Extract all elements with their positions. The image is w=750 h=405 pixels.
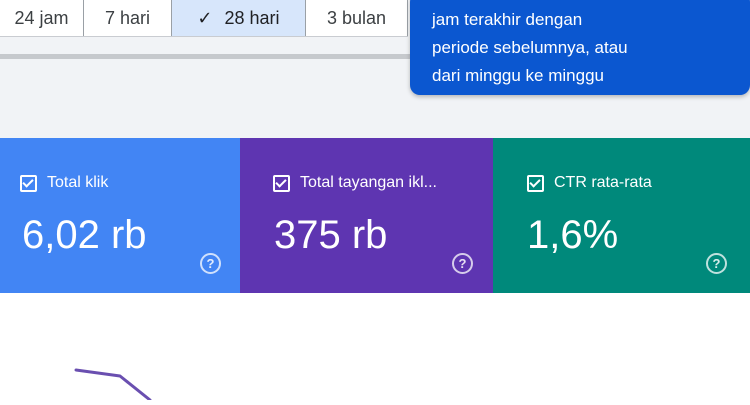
- metric-value: 375 rb: [274, 213, 388, 257]
- metric-label-row[interactable]: Total tayangan ikl...: [273, 174, 437, 192]
- help-icon[interactable]: ?: [706, 253, 727, 274]
- range-option-3-months[interactable]: 3 bulan: [306, 0, 408, 36]
- comparison-tooltip: jam terakhir dengan periode sebelumnya, …: [410, 0, 750, 95]
- help-icon[interactable]: ?: [452, 253, 473, 274]
- checkbox-checked-icon[interactable]: [273, 174, 290, 192]
- range-option-label: 24 jam: [14, 7, 69, 28]
- range-option-label: 7 hari: [104, 7, 151, 28]
- range-option-label: 3 bulan: [326, 7, 387, 28]
- tooltip-line: jam terakhir dengan: [432, 10, 583, 29]
- check-icon: ✓: [197, 7, 213, 28]
- range-option-28-days[interactable]: ✓ 28 hari: [172, 0, 306, 36]
- metric-label-row[interactable]: CTR rata-rata: [527, 174, 652, 192]
- metric-label-row[interactable]: Total klik: [20, 174, 108, 192]
- tooltip-line: dari minggu ke minggu: [432, 66, 604, 85]
- metric-label: Total klik: [47, 174, 109, 191]
- help-icon[interactable]: ?: [200, 253, 221, 274]
- metric-label: Total tayangan ikl...: [300, 174, 437, 191]
- metric-cards: Total klik 6,02 rb ? Total tayangan ikl.…: [0, 138, 750, 293]
- range-option-24-hours[interactable]: 24 jam: [0, 0, 84, 36]
- checkbox-checked-icon[interactable]: [20, 174, 37, 192]
- range-option-label: 28 hari: [224, 7, 280, 28]
- tooltip-line: periode sebelumnya, atau: [432, 38, 628, 57]
- metric-value: 1,6%: [527, 213, 619, 257]
- performance-chart: [0, 293, 750, 402]
- metric-card-average-ctr[interactable]: CTR rata-rata 1,6% ?: [493, 138, 750, 293]
- metric-card-total-impressions[interactable]: Total tayangan ikl... 375 rb ?: [240, 138, 493, 293]
- date-range-selector: 24 jam 7 hari ✓ 28 hari 3 bulan: [0, 0, 408, 37]
- metric-label: CTR rata-rata: [554, 174, 652, 191]
- impressions-series-line: [74, 368, 152, 402]
- range-option-7-days[interactable]: 7 hari: [84, 0, 172, 36]
- checkbox-checked-icon[interactable]: [527, 174, 544, 192]
- chart-canvas: [74, 368, 152, 402]
- metric-value: 6,02 rb: [22, 213, 147, 257]
- metric-card-total-clicks[interactable]: Total klik 6,02 rb ?: [0, 138, 240, 293]
